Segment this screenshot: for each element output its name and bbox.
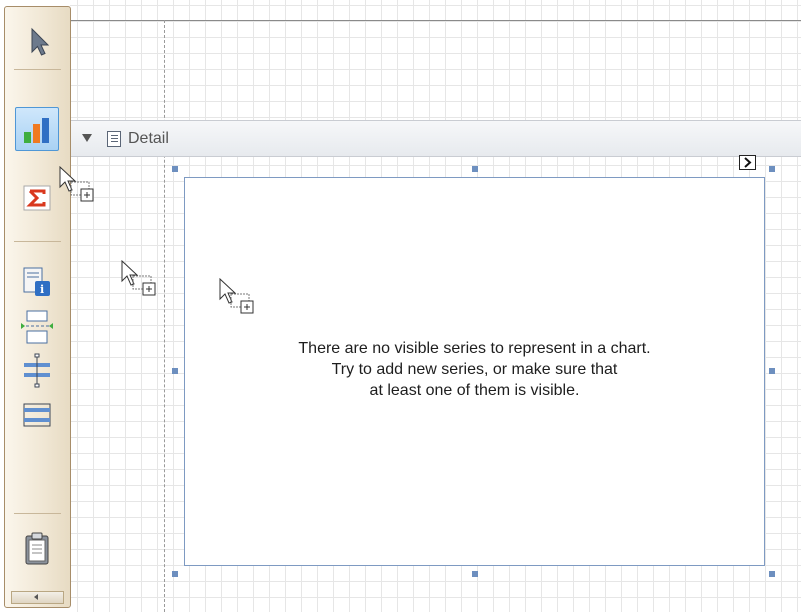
drag-add-cursor-icon [121,260,156,296]
cross-band-box-icon [23,403,51,427]
detail-band-header[interactable] [70,120,801,157]
toolbox-clipboard-button[interactable] [15,527,59,571]
drag-add-cursor-icon [219,278,254,314]
toolbox-cross-band-line-button[interactable] [15,349,59,393]
selection-handle[interactable] [472,571,478,577]
page-info-icon: i [23,267,50,296]
cross-band-line-icon [24,353,50,388]
toolbox-info-button[interactable]: i [15,261,59,305]
svg-text:i: i [40,283,44,296]
toolbox-scroll-button[interactable] [11,591,64,604]
smart-tag-arrow-icon[interactable] [739,155,756,170]
clipboard-icon [25,532,49,565]
toolbox-page-break-button[interactable] [15,305,59,349]
left-margin-line [164,20,165,612]
report-band-icon [107,131,121,147]
toolbox-pointer-button[interactable] [15,19,59,63]
chart-message-line: at least one of them is visible. [369,382,580,399]
selection-handle[interactable] [769,166,775,172]
selection-handle[interactable] [172,368,178,374]
selection-handle[interactable] [172,166,178,172]
selection-handle[interactable] [172,571,178,577]
chart-empty-message: There are no visible series to represent… [184,338,765,401]
drag-add-cursor-icon [59,166,94,202]
toolbox-cross-band-box-button[interactable] [15,393,59,437]
scroll-left-icon [34,594,38,600]
band-title: Detail [128,130,169,147]
bar-chart-icon [24,118,49,143]
chart-message-line: Try to add new series, or make sure that [331,361,618,378]
page-top-rule [70,20,801,21]
toolbox-summary-button[interactable] [15,177,59,221]
selection-handle[interactable] [769,571,775,577]
toolbox: i [4,6,71,608]
sigma-icon [23,185,51,211]
triangle-down-icon[interactable] [82,134,92,142]
selection-handle[interactable] [472,166,478,172]
chart-message-line: There are no visible series to represent… [298,340,651,357]
page-break-icon [21,310,53,344]
selection-handle[interactable] [769,368,775,374]
toolbox-chart-button[interactable] [15,107,59,151]
arrow-pointer-icon [31,27,50,56]
